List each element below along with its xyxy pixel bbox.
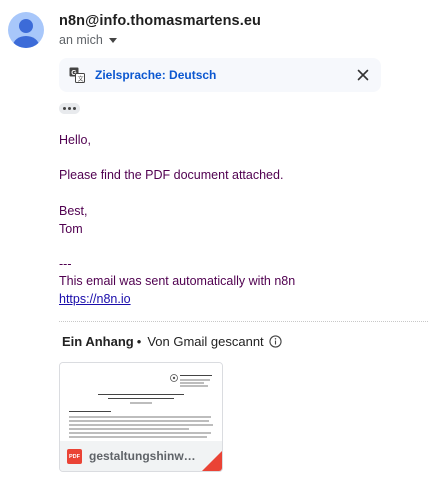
dot-icon [73,107,76,110]
attachment-filename: gestaltungshinweise [89,449,197,463]
svg-text:文: 文 [78,75,84,83]
body-separator: --- [59,257,72,271]
scan-status: Von Gmail gescannt [147,334,264,349]
target-language-link[interactable]: Zielsprache: Deutsch [95,68,216,82]
body-signature: Tom [59,222,83,236]
attachment-card[interactable]: PDF gestaltungshinweise [59,362,223,472]
close-icon[interactable] [355,67,371,83]
header-separator: • [136,334,142,349]
body-closing: Best, [59,204,88,218]
avatar-body [13,36,39,48]
translate-icon: G 文 [69,67,85,83]
page-corner-fold-icon [202,451,222,471]
dot-icon [63,107,66,110]
university-logo-icon [170,374,178,382]
attachment-footer: PDF gestaltungshinweise [60,441,222,471]
info-icon[interactable] [269,335,282,348]
sender-avatar[interactable] [8,12,44,48]
recipient-label: an mich [59,33,103,47]
pdf-thumbnail [60,363,222,441]
avatar-head [19,19,33,33]
show-trimmed-content-button[interactable] [59,103,80,114]
attachments-header: Ein Anhang • Von Gmail gescannt [62,334,282,349]
attachment-count: Ein Anhang [62,334,134,349]
dot-icon [68,107,71,110]
translate-bar: G 文 Zielsprache: Deutsch [59,58,381,92]
body-footer: This email was sent automatically with n… [59,274,296,288]
chevron-down-icon[interactable] [108,37,117,43]
attachments-divider [59,321,428,322]
sender-address[interactable]: n8n@info.thomasmartens.eu [59,13,261,29]
body-greeting: Hello, [59,133,91,147]
recipient-row[interactable]: an mich [59,33,117,47]
n8n-link[interactable]: https://n8n.io [59,292,131,306]
pdf-file-icon: PDF [67,449,82,464]
body-line: Please find the PDF document attached. [59,168,284,182]
